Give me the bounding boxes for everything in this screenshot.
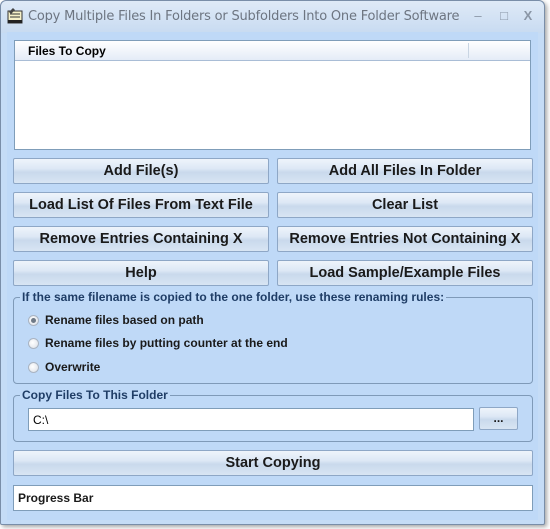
progress-label: Progress Bar	[18, 491, 94, 505]
close-button[interactable]: X	[519, 7, 537, 25]
renaming-rules-group: If the same filename is copied to the on…	[13, 290, 533, 384]
load-sample-files-button[interactable]: Load Sample/Example Files	[277, 260, 533, 286]
radio-button[interactable]	[28, 337, 39, 349]
clear-list-button[interactable]: Clear List	[277, 192, 533, 218]
list-header: Files To Copy	[15, 41, 530, 61]
column-header-files-to-copy[interactable]: Files To Copy	[28, 44, 106, 58]
client-area: Files To Copy Add File(s) Add All Files …	[7, 32, 538, 520]
destination-folder-input[interactable]	[28, 408, 474, 431]
title-bar[interactable]: Copy Multiple Files In Folders or Subfol…	[1, 1, 544, 33]
browse-folder-button[interactable]: ...	[479, 407, 518, 430]
destination-folder-group: Copy Files To This Folder ...	[13, 388, 533, 442]
notepad-icon	[7, 8, 23, 24]
radio-label: Rename files by putting counter at the e…	[45, 336, 288, 350]
files-to-copy-list[interactable]: Files To Copy	[14, 40, 531, 150]
radio-button[interactable]	[28, 314, 39, 326]
column-separator[interactable]	[468, 43, 469, 58]
help-button[interactable]: Help	[13, 260, 269, 286]
progress-bar: Progress Bar	[13, 485, 533, 511]
radio-rename-counter-at-end[interactable]: Rename files by putting counter at the e…	[28, 335, 288, 351]
radio-overwrite[interactable]: Overwrite	[28, 359, 100, 375]
renaming-rules-legend: If the same filename is copied to the on…	[20, 290, 447, 304]
radio-rename-based-on-path[interactable]: Rename files based on path	[28, 312, 204, 328]
minimize-button[interactable]: –	[469, 7, 487, 25]
add-files-button[interactable]: Add File(s)	[13, 158, 269, 184]
load-list-from-text-file-button[interactable]: Load List Of Files From Text File	[13, 192, 269, 218]
start-copying-button[interactable]: Start Copying	[13, 450, 533, 476]
radio-label: Rename files based on path	[45, 313, 204, 327]
destination-folder-legend: Copy Files To This Folder	[20, 388, 170, 402]
window-title: Copy Multiple Files In Folders or Subfol…	[28, 9, 460, 24]
add-all-files-in-folder-button[interactable]: Add All Files In Folder	[277, 158, 533, 184]
app-window: Copy Multiple Files In Folders or Subfol…	[0, 0, 545, 525]
remove-entries-containing-button[interactable]: Remove Entries Containing X	[13, 226, 269, 252]
radio-label: Overwrite	[45, 360, 101, 374]
maximize-button[interactable]: □	[495, 7, 513, 25]
remove-entries-not-containing-button[interactable]: Remove Entries Not Containing X	[277, 226, 533, 252]
radio-button[interactable]	[28, 361, 39, 373]
